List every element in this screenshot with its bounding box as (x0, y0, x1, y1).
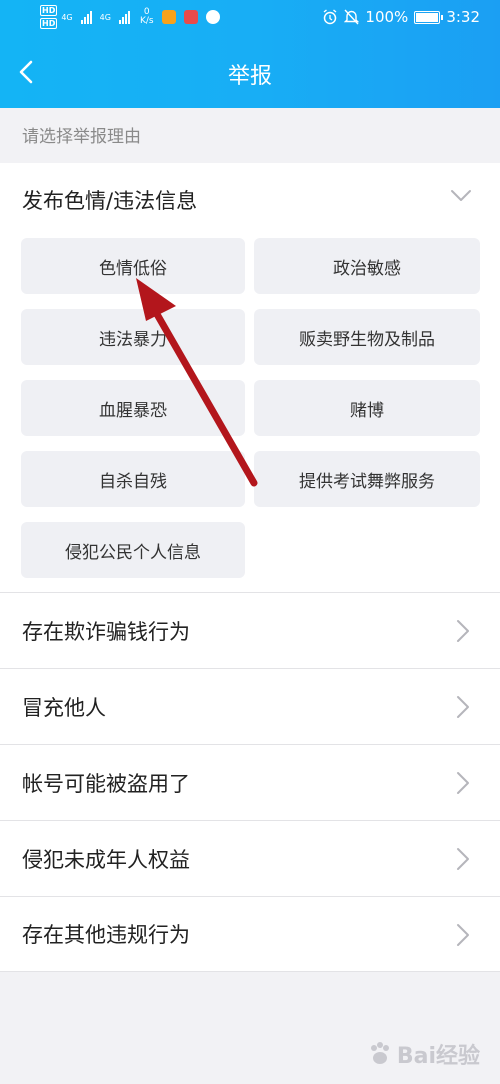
option-chip-political[interactable]: 政治敏感 (254, 238, 480, 294)
chevron-right-icon (457, 620, 469, 642)
chevron-down-icon (451, 190, 471, 201)
status-bar: HD HD 4G 4G 0 K/s 100% 3:32 (0, 0, 500, 36)
option-chip-pornography[interactable]: 色情低俗 (21, 238, 245, 294)
top-bar: HD HD 4G 4G 0 K/s 100% 3:32 举报 (0, 0, 500, 108)
chevron-right-icon (457, 848, 469, 870)
battery-icon (414, 10, 444, 24)
category-row-minor-rights[interactable]: 侵犯未成年人权益 (0, 820, 500, 896)
category-row-label: 侵犯未成年人权益 (22, 847, 190, 872)
hd-badge-1: HD (40, 5, 58, 16)
status-left: HD HD 4G 4G 0 K/s (40, 5, 220, 29)
category-row-impersonation[interactable]: 冒充他人 (0, 668, 500, 744)
category-row-label: 存在其他违规行为 (22, 923, 190, 947)
watermark-text: Bai经验 (396, 1044, 480, 1069)
page-title: 举报 (227, 64, 272, 89)
reason-hint: 请选择举报理由 (22, 127, 141, 147)
option-chip-exam-cheating[interactable]: 提供考试舞弊服务 (254, 451, 480, 507)
nav-bar: 举报 (0, 36, 500, 108)
category-porn-illegal-header[interactable]: 发布色情/违法信息 (0, 163, 500, 237)
paw-logo-icon (367, 1041, 393, 1067)
network-type-1: 4G (61, 12, 73, 22)
category-label: 发布色情/违法信息 (22, 189, 198, 213)
chevron-right-icon (457, 772, 469, 794)
category-row-label: 存在欺诈骗钱行为 (22, 619, 190, 644)
category-row-label: 帐号可能被盗用了 (22, 771, 190, 796)
hd-icons: HD HD (40, 5, 58, 29)
option-chip-violence[interactable]: 违法暴力 (21, 309, 245, 365)
category-row-account-stolen[interactable]: 帐号可能被盗用了 (0, 744, 500, 820)
category-row-label: 冒充他人 (22, 695, 106, 720)
status-right: 100% 3:32 (322, 8, 480, 26)
chevron-right-icon (457, 924, 469, 946)
network-type-2: 4G (99, 12, 111, 22)
signal-icon-2 (118, 10, 130, 24)
clock: 3:32 (446, 8, 480, 26)
mute-bell-icon (344, 9, 360, 25)
option-chip-gambling[interactable]: 赌博 (254, 380, 480, 436)
book-app-icon (183, 10, 198, 24)
report-reason-list: 发布色情/违法信息 色情低俗 政治敏感 违法暴力 贩卖野生物及制品 血腥暴恐 赌… (0, 163, 500, 972)
option-chip-gore-terror[interactable]: 血腥暴恐 (21, 380, 245, 436)
baidu-watermark: Bai经验 (367, 1038, 480, 1070)
net-speed: 0 K/s (140, 8, 154, 26)
net-speed-unit: K/s (139, 16, 154, 26)
option-chip-self-harm[interactable]: 自杀自残 (21, 451, 245, 507)
android-app-icon (205, 10, 220, 24)
category-row-fraud[interactable]: 存在欺诈骗钱行为 (0, 592, 500, 668)
signal-icon-1 (80, 10, 92, 24)
option-chip-wildlife-trade[interactable]: 贩卖野生物及制品 (254, 309, 480, 365)
option-chip-personal-info[interactable]: 侵犯公民个人信息 (21, 522, 245, 578)
category-row-other[interactable]: 存在其他违规行为 (0, 896, 500, 972)
alarm-icon (323, 9, 337, 25)
chevron-right-icon (457, 696, 469, 718)
battery-percent: 100% (365, 8, 409, 26)
sub-reason-grid: 色情低俗 政治敏感 违法暴力 贩卖野生物及制品 血腥暴恐 赌博 自杀自残 提供考… (0, 237, 500, 592)
video-app-icon (161, 10, 176, 24)
hd-badge-2: HD (40, 18, 58, 29)
